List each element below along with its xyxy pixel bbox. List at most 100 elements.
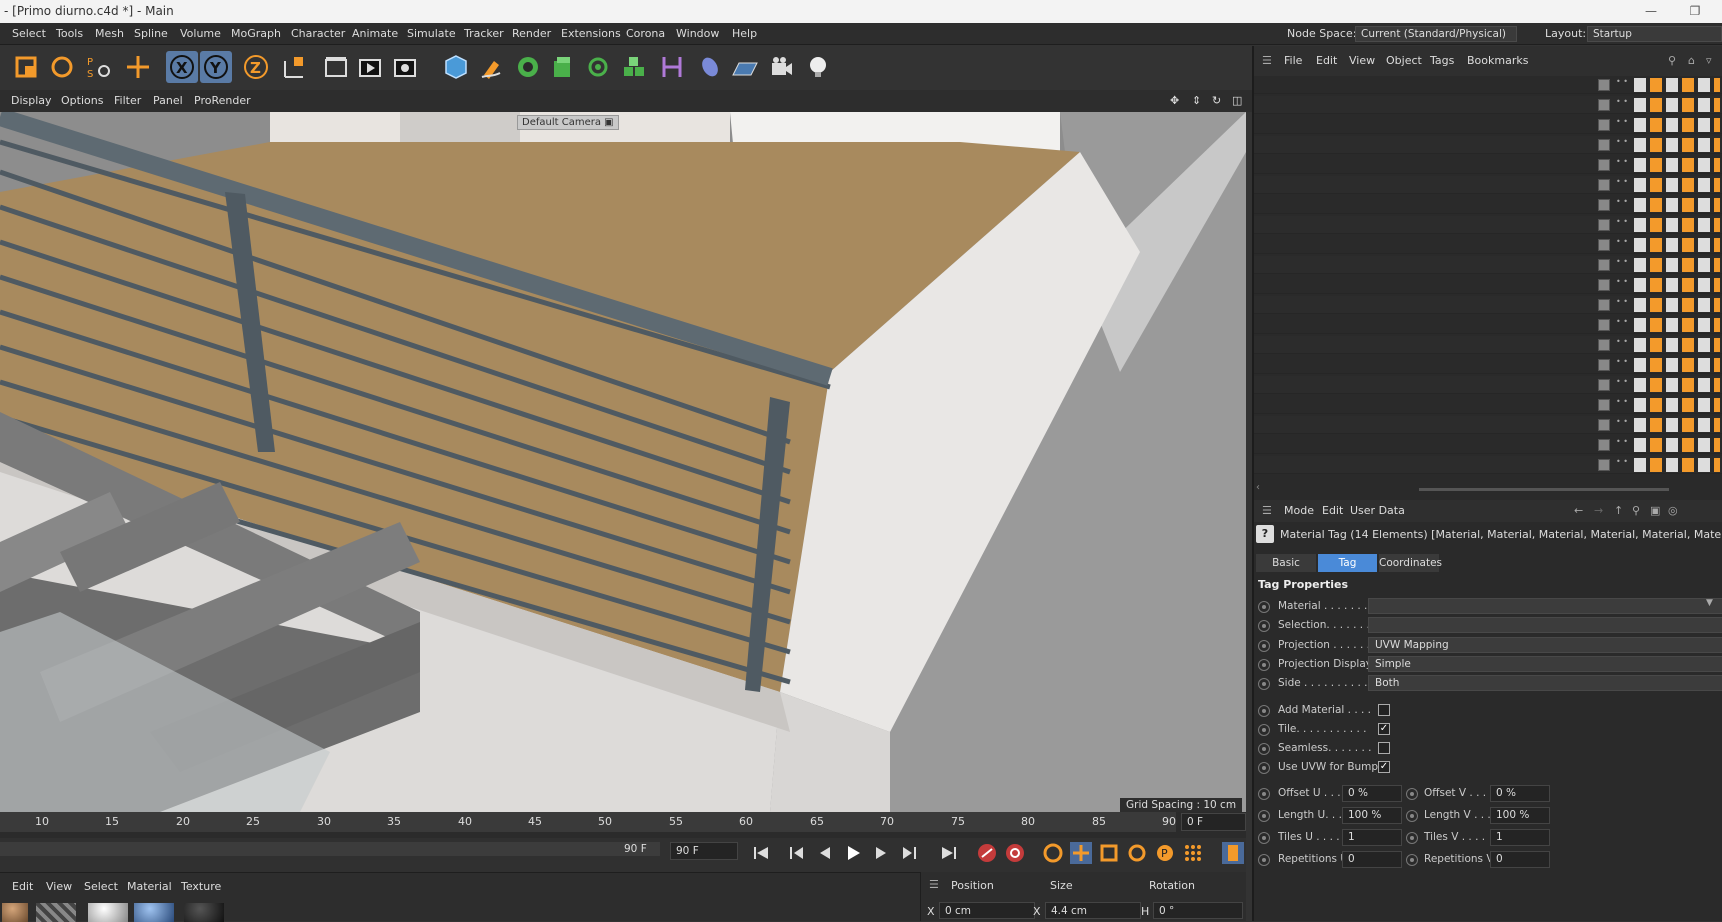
material-tags-icon[interactable]: [1634, 198, 1720, 212]
visibility-icon[interactable]: [1598, 159, 1610, 171]
material-tags-icon[interactable]: [1634, 158, 1720, 172]
menu-tracker[interactable]: Tracker: [464, 27, 504, 40]
tab-coordinates[interactable]: Coordinates: [1379, 554, 1442, 572]
animate-radio[interactable]: [1258, 724, 1270, 736]
material-tags-icon[interactable]: [1634, 218, 1720, 232]
offset-v-field[interactable]: 0 %: [1490, 785, 1550, 802]
visibility-icon[interactable]: [1598, 439, 1610, 451]
tab-tag[interactable]: Tag: [1318, 554, 1377, 572]
y-axis-lock-icon[interactable]: Y: [200, 51, 232, 83]
tiles-v-field[interactable]: 1: [1490, 829, 1550, 846]
menu-volume[interactable]: Volume: [180, 27, 221, 40]
menu-mesh[interactable]: Mesh: [95, 27, 124, 40]
next-key-icon[interactable]: [898, 842, 920, 864]
object-row[interactable]: • •: [1254, 316, 1722, 334]
rotation-h-field[interactable]: 0 °: [1153, 902, 1243, 919]
object-row[interactable]: • •: [1254, 296, 1722, 314]
offset-u-field[interactable]: 0 %: [1342, 785, 1402, 802]
filter-icon[interactable]: ▿: [1706, 54, 1712, 67]
material-menu-view[interactable]: View: [46, 880, 72, 893]
animate-radio[interactable]: [1258, 788, 1270, 800]
editor-render-dots-icon[interactable]: • •: [1616, 358, 1628, 366]
layout-dropdown[interactable]: Startup: [1587, 26, 1722, 42]
object-row[interactable]: • •: [1254, 176, 1722, 194]
frame-range-slider[interactable]: [0, 842, 660, 856]
animate-radio[interactable]: [1258, 601, 1270, 613]
object-row[interactable]: • •: [1254, 436, 1722, 454]
viewport-zoom-icon[interactable]: ⇕: [1192, 94, 1201, 107]
render-picture-viewer-icon[interactable]: [354, 51, 386, 83]
editor-render-dots-icon[interactable]: • •: [1616, 298, 1628, 306]
rotate-tool-icon[interactable]: [46, 51, 78, 83]
material-tags-icon[interactable]: [1634, 378, 1720, 392]
go-to-end-icon[interactable]: [938, 842, 960, 864]
editor-render-dots-icon[interactable]: • •: [1616, 98, 1628, 106]
om-menu-bookmarks[interactable]: Bookmarks: [1467, 54, 1528, 67]
visibility-icon[interactable]: [1598, 459, 1610, 471]
size-x-field[interactable]: 4.4 cm: [1045, 902, 1141, 919]
object-row[interactable]: • •: [1254, 216, 1722, 234]
material-swatch[interactable]: [88, 903, 128, 922]
maximize-icon[interactable]: ❐: [1680, 0, 1710, 23]
record-keys-icon[interactable]: [976, 842, 998, 864]
animate-radio[interactable]: [1406, 788, 1418, 800]
material-tags-icon[interactable]: [1634, 98, 1720, 112]
point-level-icon[interactable]: [1182, 842, 1204, 864]
viewport-menu-panel[interactable]: Panel: [153, 94, 183, 107]
subdivision-surface-icon[interactable]: [512, 51, 544, 83]
selection-link-field[interactable]: [1368, 617, 1722, 633]
visibility-icon[interactable]: [1598, 339, 1610, 351]
editor-render-dots-icon[interactable]: • •: [1616, 438, 1628, 446]
pen-tool-icon[interactable]: [476, 51, 508, 83]
projection-display-dropdown[interactable]: Simple: [1368, 656, 1722, 672]
menu-tools[interactable]: Tools: [56, 27, 83, 40]
seamless-checkbox[interactable]: [1378, 742, 1390, 754]
material-tags-icon[interactable]: [1634, 418, 1720, 432]
animate-radio[interactable]: [1406, 854, 1418, 866]
up-arrow-icon[interactable]: ↑: [1614, 504, 1623, 517]
new-panel-icon[interactable]: ◎: [1668, 504, 1678, 517]
render-settings-icon[interactable]: [389, 51, 421, 83]
move-tool-icon[interactable]: [122, 51, 154, 83]
position-x-field[interactable]: 0 cm: [939, 902, 1035, 919]
viewport-maximize-icon[interactable]: ◫: [1232, 94, 1242, 107]
object-row[interactable]: • •: [1254, 336, 1722, 354]
menu-corona[interactable]: Corona: [626, 27, 665, 40]
timeline-ruler[interactable]: 10 15 20 25 30 35 40 45 50 55 60 65 70 7…: [0, 812, 1176, 832]
hamburger-icon[interactable]: ☰: [1262, 504, 1272, 517]
material-tags-icon[interactable]: [1634, 258, 1720, 272]
previous-key-icon[interactable]: [786, 842, 808, 864]
animate-radio[interactable]: [1258, 743, 1270, 755]
keyframe-selection-icon[interactable]: [1042, 842, 1064, 864]
editor-render-dots-icon[interactable]: • •: [1616, 418, 1628, 426]
material-tags-icon[interactable]: [1634, 318, 1720, 332]
object-row[interactable]: • •: [1254, 416, 1722, 434]
visibility-icon[interactable]: [1598, 99, 1610, 111]
tiles-u-field[interactable]: 1: [1342, 829, 1402, 846]
extrude-icon[interactable]: [546, 51, 578, 83]
material-tags-icon[interactable]: [1634, 138, 1720, 152]
3d-viewport[interactable]: Default Camera ▣ Grid Spacing : 10 cm: [0, 112, 1246, 812]
visibility-icon[interactable]: [1598, 179, 1610, 191]
object-row[interactable]: • •: [1254, 396, 1722, 414]
timeline-dope-icon[interactable]: [1222, 842, 1244, 864]
field-icon[interactable]: [694, 51, 726, 83]
camera-icon[interactable]: [766, 51, 798, 83]
editor-render-dots-icon[interactable]: • •: [1616, 318, 1628, 326]
om-menu-view[interactable]: View: [1349, 54, 1375, 67]
scale-tool-icon[interactable]: [10, 51, 42, 83]
hamburger-icon[interactable]: ☰: [1262, 54, 1272, 67]
previous-frame-icon[interactable]: [814, 842, 836, 864]
visibility-icon[interactable]: [1598, 299, 1610, 311]
animate-radio[interactable]: [1258, 659, 1270, 671]
menu-window[interactable]: Window: [676, 27, 719, 40]
go-to-start-icon[interactable]: [750, 842, 772, 864]
cloner-icon[interactable]: [582, 51, 614, 83]
visibility-icon[interactable]: [1598, 259, 1610, 271]
camera-label[interactable]: Default Camera ▣: [517, 115, 619, 130]
material-tags-icon[interactable]: [1634, 78, 1720, 92]
object-row[interactable]: • •: [1254, 156, 1722, 174]
home-icon[interactable]: ⌂: [1688, 54, 1695, 67]
menu-character[interactable]: Character: [291, 27, 345, 40]
editor-render-dots-icon[interactable]: • •: [1616, 398, 1628, 406]
